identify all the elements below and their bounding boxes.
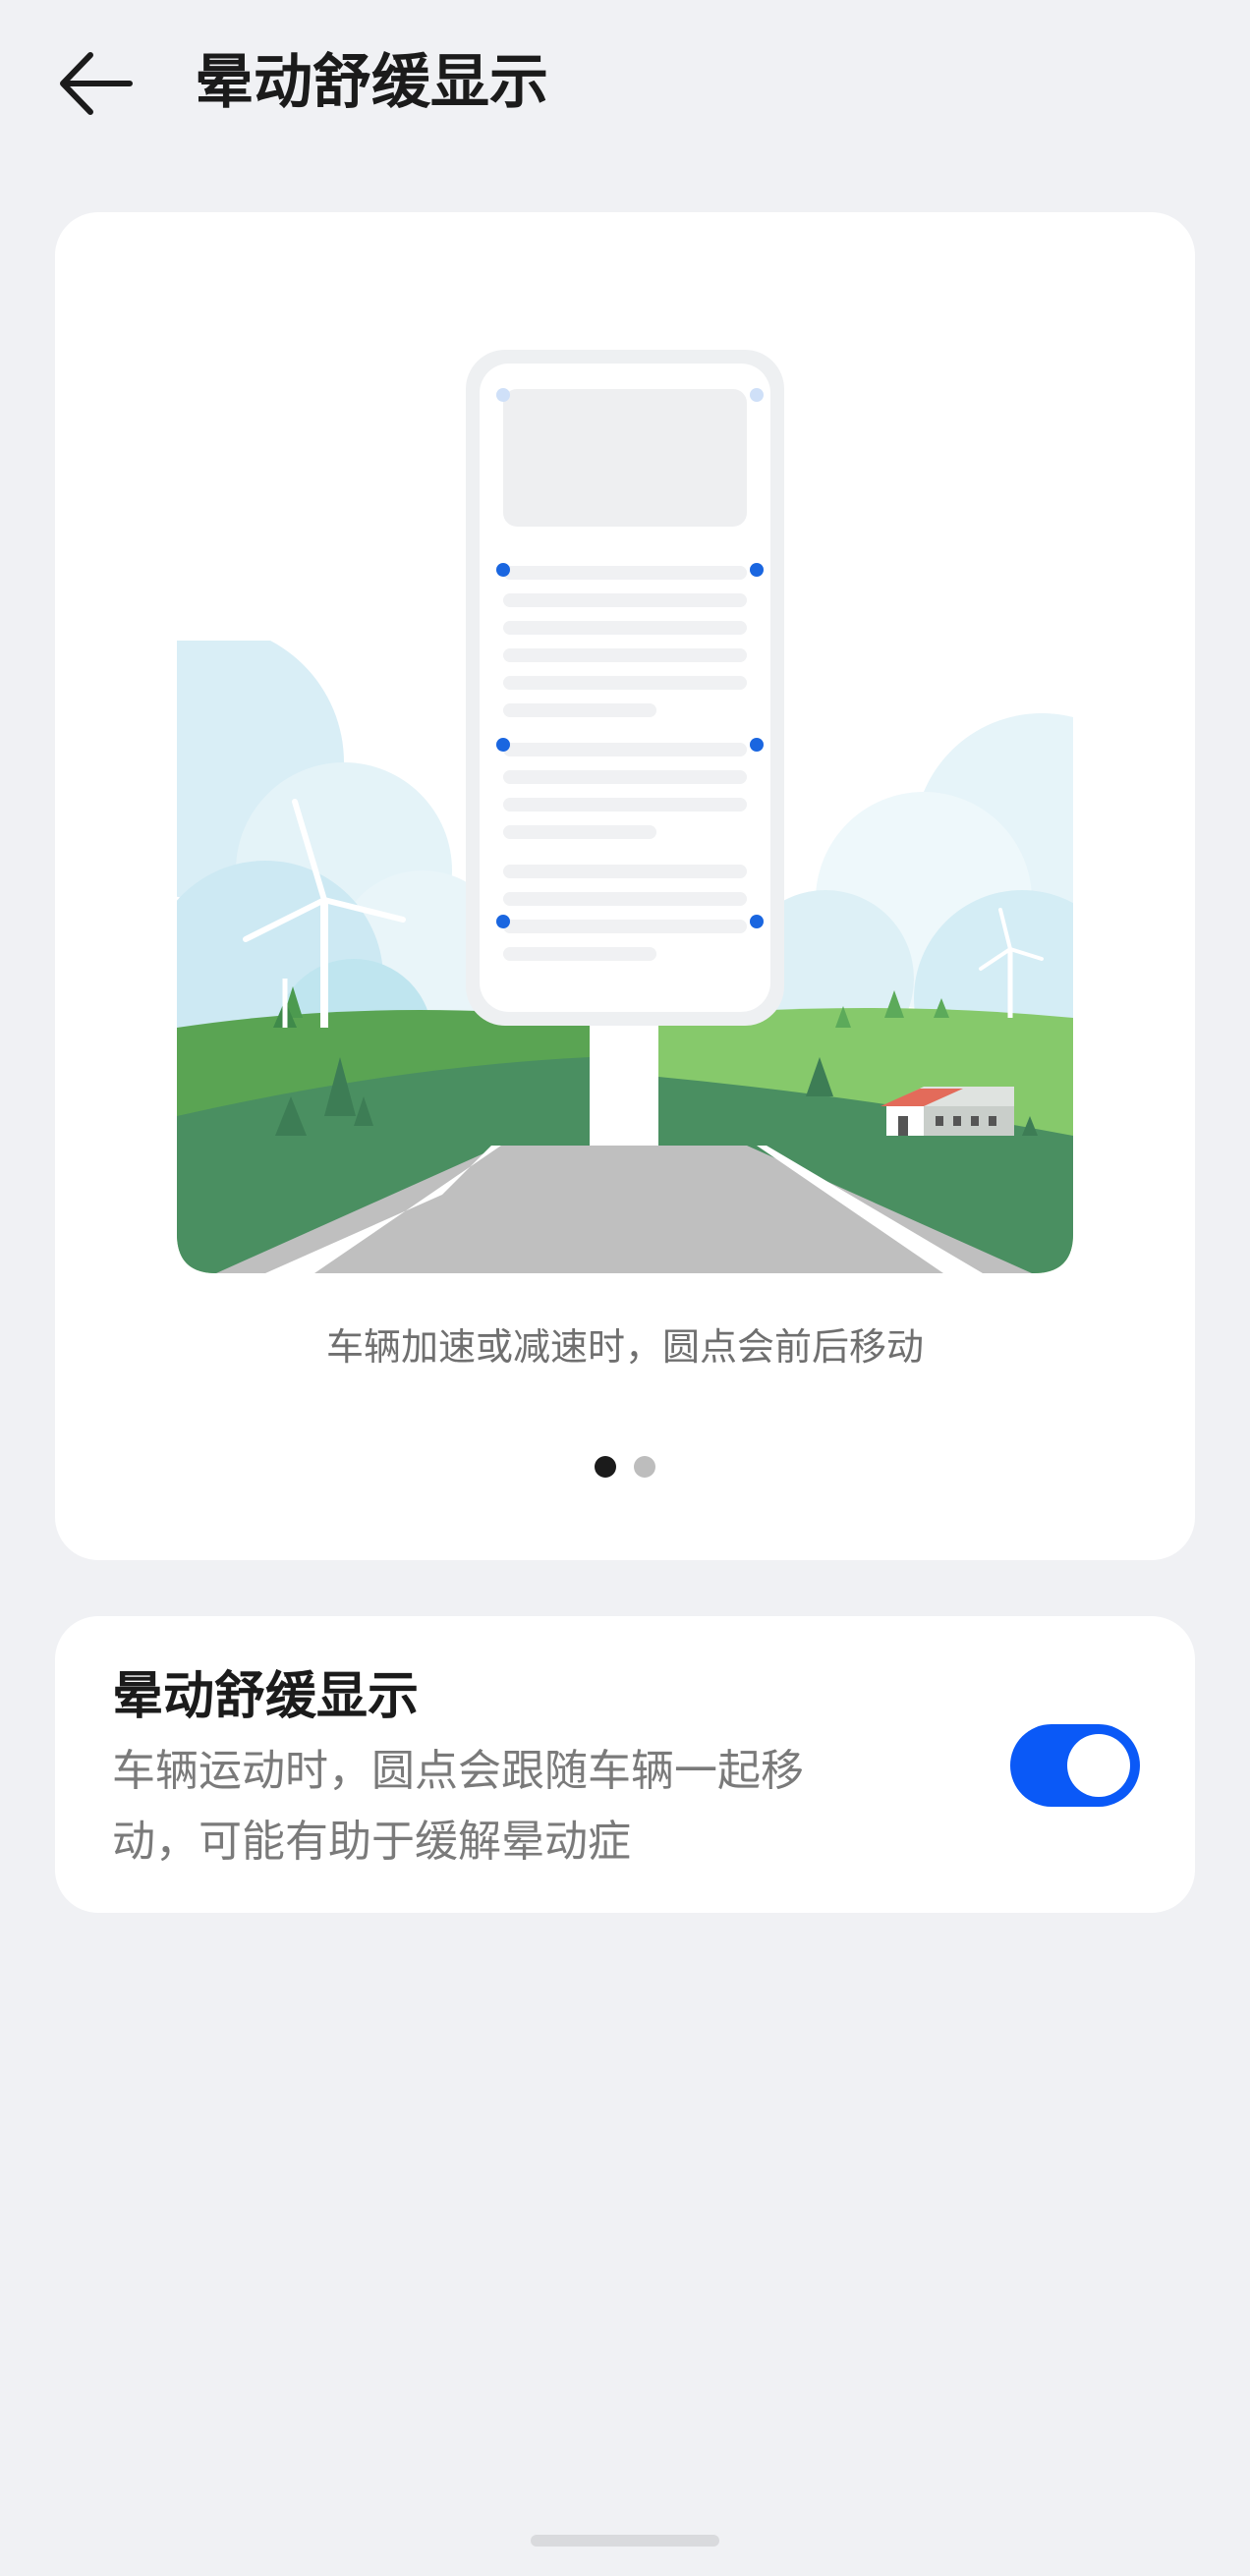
header: 晕动舒缓显示 [0, 0, 1250, 167]
motion-comfort-toggle[interactable] [1010, 1724, 1140, 1807]
home-indicator[interactable] [531, 2535, 719, 2547]
phone-mockup [466, 350, 784, 1026]
toggle-knob [1067, 1734, 1130, 1797]
back-button[interactable] [51, 39, 140, 128]
illustration [177, 350, 1073, 1273]
illustration-caption: 车辆加速或减速时，圆点会前后移动 [325, 1325, 924, 1369]
setting-description: 车辆运动时，圆点会跟随车辆一起移 动，可能有助于缓解晕动症 [112, 1736, 938, 1877]
page-dot-1[interactable] [595, 1456, 616, 1478]
illustration-card: 车辆加速或减速时，圆点会前后移动 [55, 212, 1195, 1560]
page-dot-2[interactable] [634, 1456, 655, 1478]
page-title: 晕动舒缓显示 [195, 48, 548, 117]
setting-description-line-2: 动，可能有助于缓解晕动症 [112, 1817, 631, 1867]
page-indicator [55, 1456, 1195, 1480]
setting-description-line-1: 车辆运动时，圆点会跟随车辆一起移 [112, 1746, 804, 1796]
setting-card: 晕动舒缓显示 车辆运动时，圆点会跟随车辆一起移 动，可能有助于缓解晕动症 [55, 1616, 1195, 1913]
setting-title: 晕动舒缓显示 [112, 1667, 420, 1726]
motion-illustration [177, 350, 1073, 1273]
back-arrow-icon [60, 52, 133, 115]
